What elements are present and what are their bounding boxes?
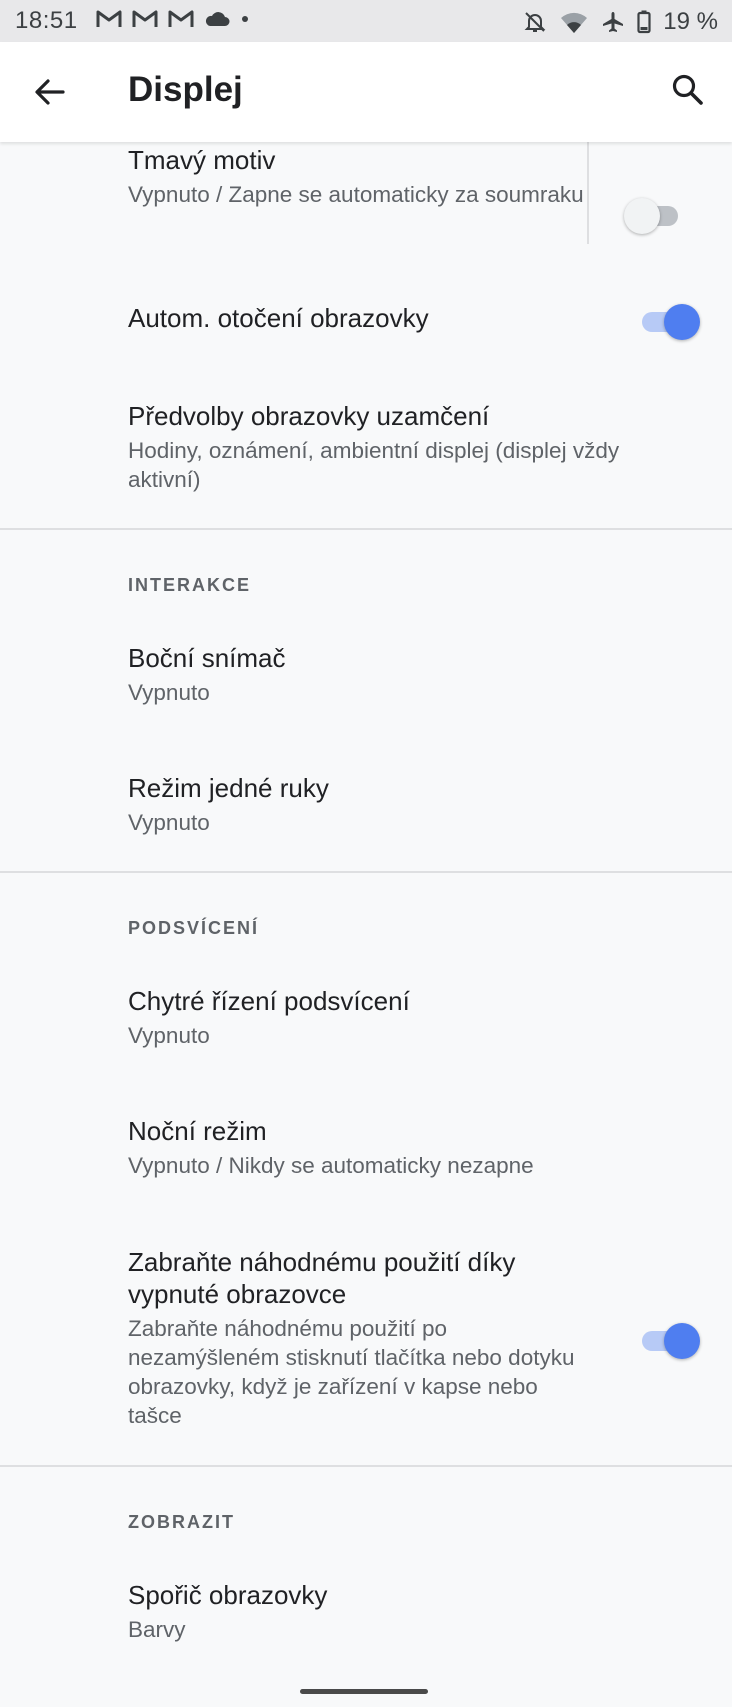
switch-thumb bbox=[664, 304, 700, 340]
setting-dark-theme[interactable]: Tmavý motiv Vypnuto / Zapne se automatic… bbox=[128, 144, 622, 209]
section-header-interaction: INTERAKCE bbox=[128, 575, 252, 595]
section-header-backlight: PODSVÍCENÍ bbox=[128, 918, 260, 938]
airplane-icon bbox=[603, 12, 624, 32]
dot-icon bbox=[242, 16, 248, 22]
settings-list[interactable]: Tmavý motiv Vypnuto / Zapne se automatic… bbox=[0, 142, 732, 1707]
status-time: 18:51 bbox=[15, 7, 78, 34]
app-bar: Displej bbox=[0, 42, 732, 142]
setting-title: Autom. otočení obrazovky bbox=[128, 303, 429, 333]
setting-title: Režim jedné ruky bbox=[128, 773, 329, 803]
switch-thumb bbox=[664, 1323, 700, 1359]
setting-smart-backlight[interactable]: Chytré řízení podsvícení Vypnuto bbox=[128, 985, 622, 1050]
notifications-off-icon bbox=[524, 12, 546, 32]
setting-one-hand-mode[interactable]: Režim jedné ruky Vypnuto bbox=[128, 772, 622, 837]
status-right-icons: 19 % bbox=[523, 8, 718, 36]
auto-rotate-switch[interactable] bbox=[640, 300, 700, 340]
dark-theme-switch[interactable] bbox=[624, 194, 682, 234]
setting-summary: Hodiny, oznámení, ambientní displej (dis… bbox=[128, 438, 620, 492]
setting-title: Chytré řízení podsvícení bbox=[128, 986, 410, 1016]
setting-summary: Barvy bbox=[128, 1617, 186, 1642]
search-button[interactable] bbox=[668, 70, 708, 110]
back-button[interactable] bbox=[30, 72, 70, 112]
page-title: Displej bbox=[128, 70, 243, 109]
section-header-display: ZOBRAZIT bbox=[128, 1512, 235, 1532]
setting-summary: Vypnuto bbox=[128, 1023, 210, 1048]
gmail-icon bbox=[168, 10, 194, 27]
setting-summary: Zabraňte náhodnému použití po nezamýšlen… bbox=[128, 1316, 575, 1428]
setting-title: Noční režim bbox=[128, 1116, 267, 1146]
vertical-divider bbox=[587, 142, 589, 244]
setting-lock-screen[interactable]: Předvolby obrazovky uzamčení Hodiny, ozn… bbox=[128, 400, 692, 494]
search-icon bbox=[672, 74, 703, 105]
setting-title: Tmavý motiv bbox=[128, 145, 276, 175]
setting-title: Boční snímač bbox=[128, 643, 286, 673]
arrow-back-icon bbox=[35, 79, 65, 105]
navigation-gesture-bar[interactable] bbox=[300, 1689, 428, 1694]
setting-summary: Vypnuto / Nikdy se automaticky nezapne bbox=[128, 1153, 534, 1178]
cloud-icon bbox=[205, 12, 230, 26]
setting-title: Spořič obrazovky bbox=[128, 1580, 328, 1610]
setting-summary: Vypnuto bbox=[128, 680, 210, 705]
setting-night-mode[interactable]: Noční režim Vypnuto / Nikdy se automatic… bbox=[128, 1115, 692, 1180]
setting-side-sensor[interactable]: Boční snímač Vypnuto bbox=[128, 642, 622, 707]
wifi-icon bbox=[561, 12, 588, 33]
battery-icon bbox=[637, 10, 651, 34]
setting-summary: Vypnuto / Zapne se automaticky za soumra… bbox=[128, 182, 584, 207]
setting-screensaver[interactable]: Spořič obrazovky Barvy bbox=[128, 1579, 622, 1644]
section-divider bbox=[0, 1465, 732, 1467]
section-divider bbox=[0, 871, 732, 873]
switch-thumb bbox=[624, 198, 660, 234]
battery-percentage: 19 % bbox=[663, 8, 718, 35]
setting-pocket-mode[interactable]: Zabraňte náhodnému použití díky vypnuté … bbox=[128, 1246, 582, 1430]
setting-title: Předvolby obrazovky uzamčení bbox=[128, 401, 490, 431]
setting-auto-rotate[interactable]: Autom. otočení obrazovky bbox=[128, 302, 622, 334]
gmail-icon bbox=[96, 10, 122, 27]
gmail-icon bbox=[132, 10, 158, 27]
pocket-mode-switch[interactable] bbox=[640, 1319, 700, 1359]
section-divider bbox=[0, 528, 732, 530]
setting-title: Zabraňte náhodnému použití díky vypnuté … bbox=[128, 1247, 516, 1309]
status-bar: 18:51 19 % bbox=[0, 0, 732, 42]
status-left-icons bbox=[96, 9, 250, 29]
setting-summary: Vypnuto bbox=[128, 810, 210, 835]
